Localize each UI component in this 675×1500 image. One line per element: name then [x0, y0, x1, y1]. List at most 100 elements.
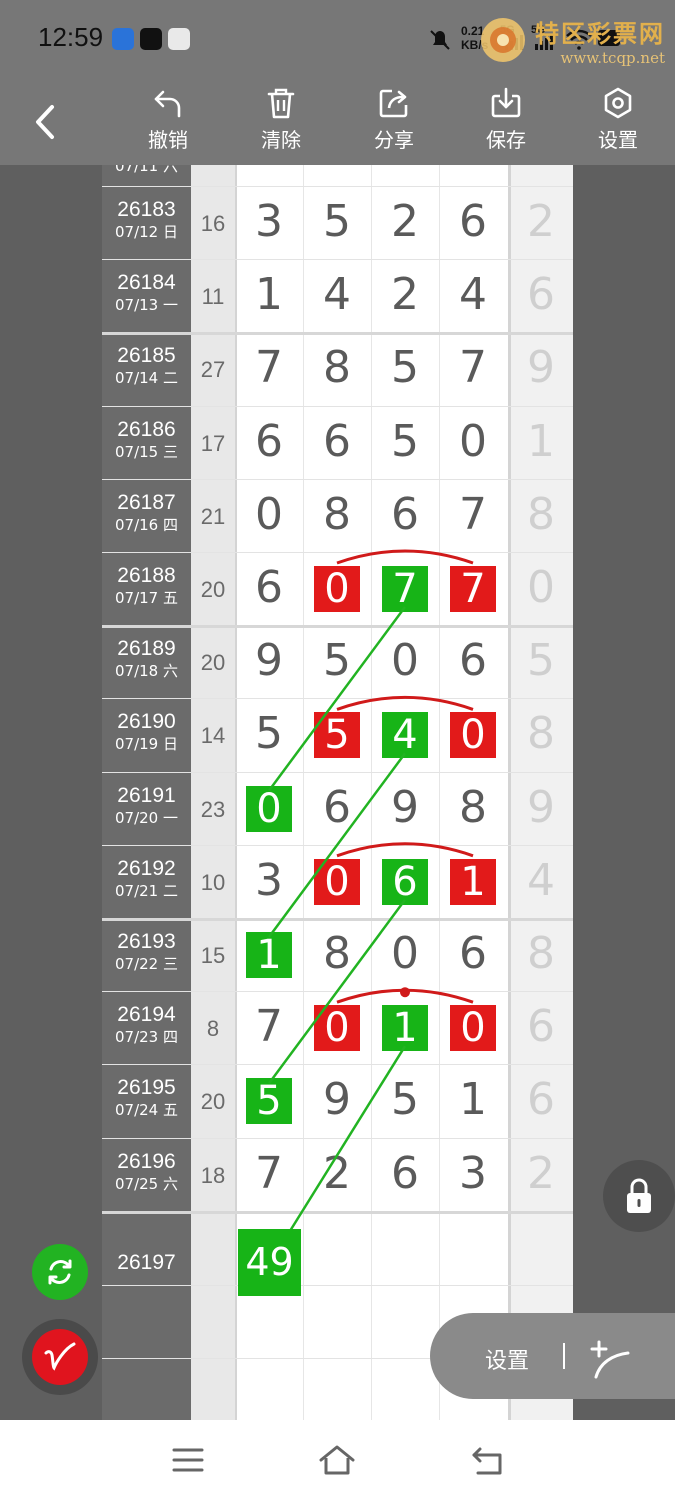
- home-icon[interactable]: [318, 1444, 356, 1476]
- digit-cell[interactable]: 7: [440, 342, 506, 393]
- period-cell[interactable]: 26196 07/25 六: [102, 1150, 191, 1194]
- share-button[interactable]: 分享: [354, 86, 434, 153]
- red-marked-digit[interactable]: 0: [450, 712, 496, 759]
- digit-cell[interactable]: 2: [304, 1148, 370, 1199]
- digit-cell[interactable]: 2: [372, 196, 438, 247]
- clear-button[interactable]: 清除: [241, 86, 321, 153]
- digit-cell[interactable]: 9: [304, 1074, 370, 1125]
- period-cell[interactable]: 26183 07/12 日: [102, 198, 191, 242]
- red-marked-digit[interactable]: 0: [314, 566, 360, 612]
- digit-cell[interactable]: 6: [440, 196, 506, 247]
- digit-cell[interactable]: 3: [440, 1148, 506, 1199]
- digit-cell[interactable]: 7: [236, 1001, 302, 1052]
- undo-label: 撤销: [148, 128, 188, 152]
- digit-cell[interactable]: 0: [236, 489, 302, 540]
- save-button[interactable]: 保存: [466, 86, 546, 153]
- digit-cell[interactable]: 8: [440, 782, 506, 833]
- draw-settings-pill[interactable]: 设置: [430, 1313, 675, 1399]
- tiktok-notification-icon: [140, 28, 162, 50]
- digit-cell[interactable]: 5: [372, 342, 438, 393]
- digit-cell[interactable]: 0: [440, 416, 506, 467]
- red-marked-digit[interactable]: 0: [450, 1005, 496, 1052]
- digit-cell[interactable]: 6: [440, 928, 506, 979]
- green-marked-digit[interactable]: 5: [246, 1078, 292, 1125]
- digit-cell[interactable]: 8: [304, 489, 370, 540]
- row-separator: [102, 1210, 573, 1214]
- digit-cell[interactable]: 5: [304, 635, 370, 686]
- digit-cell[interactable]: 6: [372, 489, 438, 540]
- digit-cell[interactable]: 1: [236, 269, 302, 320]
- back-icon[interactable]: [470, 1445, 506, 1477]
- red-marked-digit[interactable]: 0: [314, 1005, 360, 1052]
- green-marked-digit[interactable]: 7: [382, 566, 428, 612]
- menu-icon[interactable]: [172, 1447, 204, 1473]
- digit-cell[interactable]: 7: [236, 1148, 302, 1199]
- digit-cell[interactable]: 6: [236, 416, 302, 467]
- digit-cell[interactable]: 8: [304, 342, 370, 393]
- digit-cell[interactable]: 9: [236, 635, 302, 686]
- digit-cell[interactable]: 6: [440, 635, 506, 686]
- pen-button[interactable]: [22, 1319, 98, 1395]
- red-marked-digit[interactable]: 5: [314, 712, 360, 759]
- watermark-url: www.tcqp.net: [560, 49, 665, 67]
- sum-value: 8: [206, 1016, 220, 1042]
- draw-settings-label[interactable]: 设置: [485, 1343, 529, 1375]
- digit-cell[interactable]: 1: [440, 1074, 506, 1125]
- chevron-left-icon[interactable]: [30, 102, 60, 142]
- red-marked-digit[interactable]: 0: [314, 858, 360, 905]
- period-cell[interactable]: 26186 07/15 三: [102, 418, 191, 462]
- digit-cell[interactable]: 6: [304, 416, 370, 467]
- settings-button[interactable]: 设置: [578, 86, 658, 153]
- lock-icon: [627, 1178, 651, 1213]
- pen-button-inner[interactable]: [32, 1329, 88, 1385]
- undo-button[interactable]: 撤销: [128, 86, 208, 153]
- trash-icon: [267, 88, 295, 119]
- extra-digit: 8: [527, 708, 555, 760]
- refresh-button[interactable]: [32, 1244, 88, 1300]
- period-cell[interactable]: 26190 07/19 日: [102, 710, 191, 754]
- digit-cell[interactable]: 0: [372, 635, 438, 686]
- digit-cell[interactable]: 5: [372, 1074, 438, 1125]
- green-marked-digit[interactable]: 1: [382, 1005, 428, 1052]
- digit-cell[interactable]: 5: [304, 196, 370, 247]
- digit-cell[interactable]: 7: [440, 489, 506, 540]
- digit-cell[interactable]: 2: [372, 269, 438, 320]
- pen-icon: [44, 1342, 76, 1371]
- digit-cell[interactable]: 4: [440, 269, 506, 320]
- digit-cell[interactable]: 3: [236, 855, 302, 906]
- period-cell[interactable]: 26193 07/22 三: [102, 930, 191, 974]
- period-cell[interactable]: 26195 07/24 五: [102, 1076, 191, 1120]
- green-marked-digit[interactable]: 0: [246, 785, 292, 832]
- red-marked-digit[interactable]: 7: [450, 566, 496, 612]
- digit-cell[interactable]: 7: [236, 342, 302, 393]
- period-cell[interactable]: 26194 07/23 四: [102, 1003, 191, 1047]
- red-marked-digit[interactable]: 1: [450, 858, 496, 905]
- digit-cell[interactable]: 6: [372, 1148, 438, 1199]
- digit-cell[interactable]: 8: [304, 928, 370, 979]
- digit-cell[interactable]: 5: [372, 416, 438, 467]
- sum-value: 10: [200, 869, 226, 895]
- period-cell[interactable]: 26192 07/21 二: [102, 857, 191, 901]
- green-marked-digit[interactable]: 1: [246, 932, 292, 978]
- digit-cell[interactable]: 9: [372, 782, 438, 833]
- draw-line-icon[interactable]: [588, 1335, 634, 1379]
- digit-cell[interactable]: 0: [372, 928, 438, 979]
- digit-cell[interactable]: 6: [304, 782, 370, 833]
- period-cell[interactable]: 26188 07/17 五: [102, 564, 191, 608]
- period-cell[interactable]: 26184 07/13 一: [102, 271, 191, 315]
- extra-digit: 6: [527, 269, 555, 321]
- period-date: 07/25 六: [115, 1174, 178, 1193]
- trend-sheet[interactable]: 07/11 六 26183 07/12 日 16 3 5 2 6 2 26184 07/13 一1…: [102, 165, 573, 1420]
- lock-button[interactable]: [603, 1160, 675, 1232]
- period-cell[interactable]: 26187 07/16 四: [102, 491, 191, 535]
- period-cell[interactable]: 26191 07/20 一: [102, 784, 191, 828]
- green-marked-digit[interactable]: 6: [382, 858, 428, 905]
- period-cell[interactable]: 26185 07/14 二: [102, 344, 191, 388]
- green-marked-digit[interactable]: 4: [382, 712, 428, 759]
- digit-cell[interactable]: 3: [236, 196, 302, 247]
- digit-cell[interactable]: 6: [236, 562, 302, 613]
- period-cell[interactable]: 26189 07/18 六: [102, 637, 191, 681]
- digit-cell[interactable]: 5: [236, 708, 302, 759]
- period-number: 26185: [117, 344, 176, 368]
- digit-cell[interactable]: 4: [304, 269, 370, 320]
